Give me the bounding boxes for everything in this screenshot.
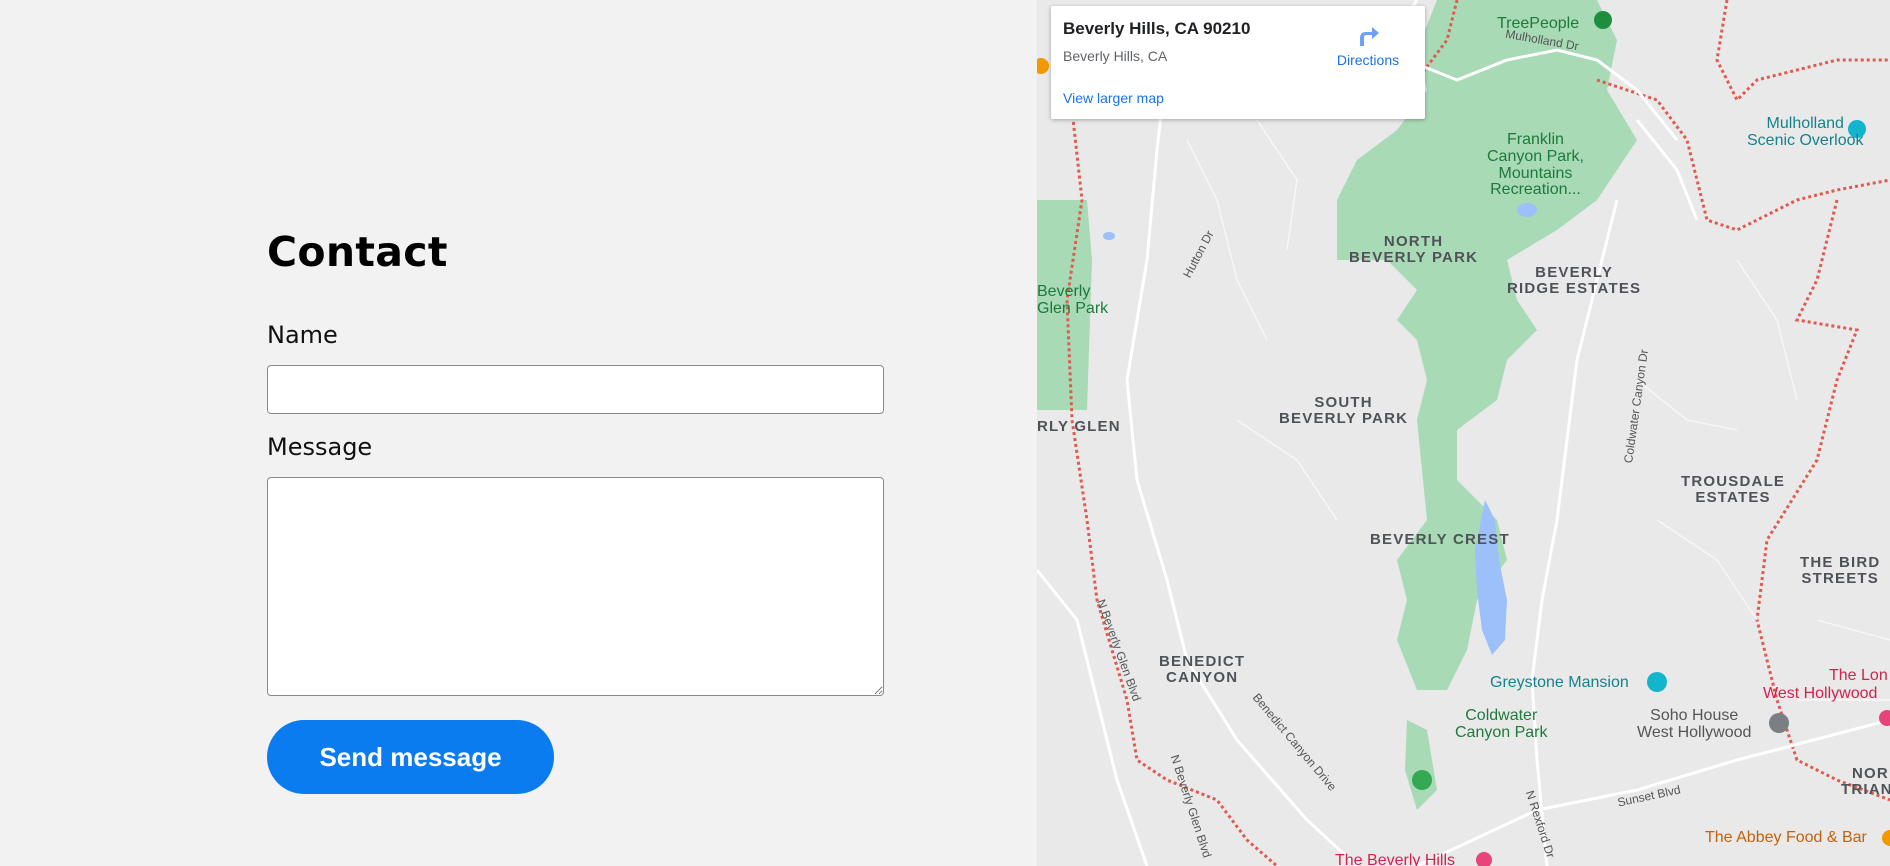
contact-heading: Contact [267,228,448,276]
message-label: Message [267,433,373,461]
map-label-coldwater-canyon-park: Coldwater Canyon Park [1455,707,1548,741]
map-label-bird-streets: THE BIRD STREETS [1800,554,1881,587]
view-larger-map-link[interactable]: View larger map [1063,90,1164,106]
map-label-south-beverly-park: SOUTH BEVERLY PARK [1279,394,1409,427]
map-label-greystone-mansion: Greystone Mansion [1490,674,1629,691]
map-label-west-hollywood: West Hollywood [1763,685,1878,702]
map-label-beverly-glen-park: Beverly Glen Park [1037,283,1109,317]
name-input[interactable] [267,365,884,414]
map-embed[interactable]: TreePeople Mulholland Dr Franklin Canyon… [1037,0,1890,866]
map-label-beverly-crest: BEVERLY CREST [1370,531,1510,548]
map-label-beverly-hills-hotel: The Beverly Hills [1335,852,1456,866]
map-info-card: Beverly Hills, CA 90210 Beverly Hills, C… [1051,6,1425,119]
contact-form-panel: Contact Name Message Send message [0,0,1037,866]
card-place-title: Beverly Hills, CA 90210 [1063,19,1251,38]
directions-label: Directions [1336,52,1400,68]
directions-button[interactable]: Directions [1323,20,1413,68]
map-label-nor: NOR [1852,765,1889,782]
map-label-abbey: The Abbey Food & Bar [1705,829,1867,846]
send-message-button[interactable]: Send message [267,720,554,794]
map-label-the-lon: The Lon [1829,667,1888,684]
map-label-beverly-ridge-estates: BEVERLY RIDGE ESTATES [1507,264,1642,297]
map-label-trousdale: TROUSDALE ESTATES [1681,473,1786,506]
map-label-trian: TRIAN [1841,781,1890,798]
map-label-franklin-canyon: Franklin Canyon Park, Mountains Recreati… [1487,131,1584,199]
map-label-soho-house: Soho House West Hollywood [1637,707,1752,741]
map-label-benedict-canyon: BENEDICT CANYON [1159,653,1246,686]
map-label-north-beverly-park: NORTH BEVERLY PARK [1349,233,1479,266]
map-label-rly-glen: RLY GLEN [1037,418,1121,435]
name-label: Name [267,321,338,349]
map-label-mulholland-overlook: Mulholland Scenic Overlook [1747,115,1864,149]
card-place-subtitle: Beverly Hills, CA [1063,48,1168,64]
message-textarea[interactable] [267,477,884,696]
directions-icon [1360,27,1379,46]
